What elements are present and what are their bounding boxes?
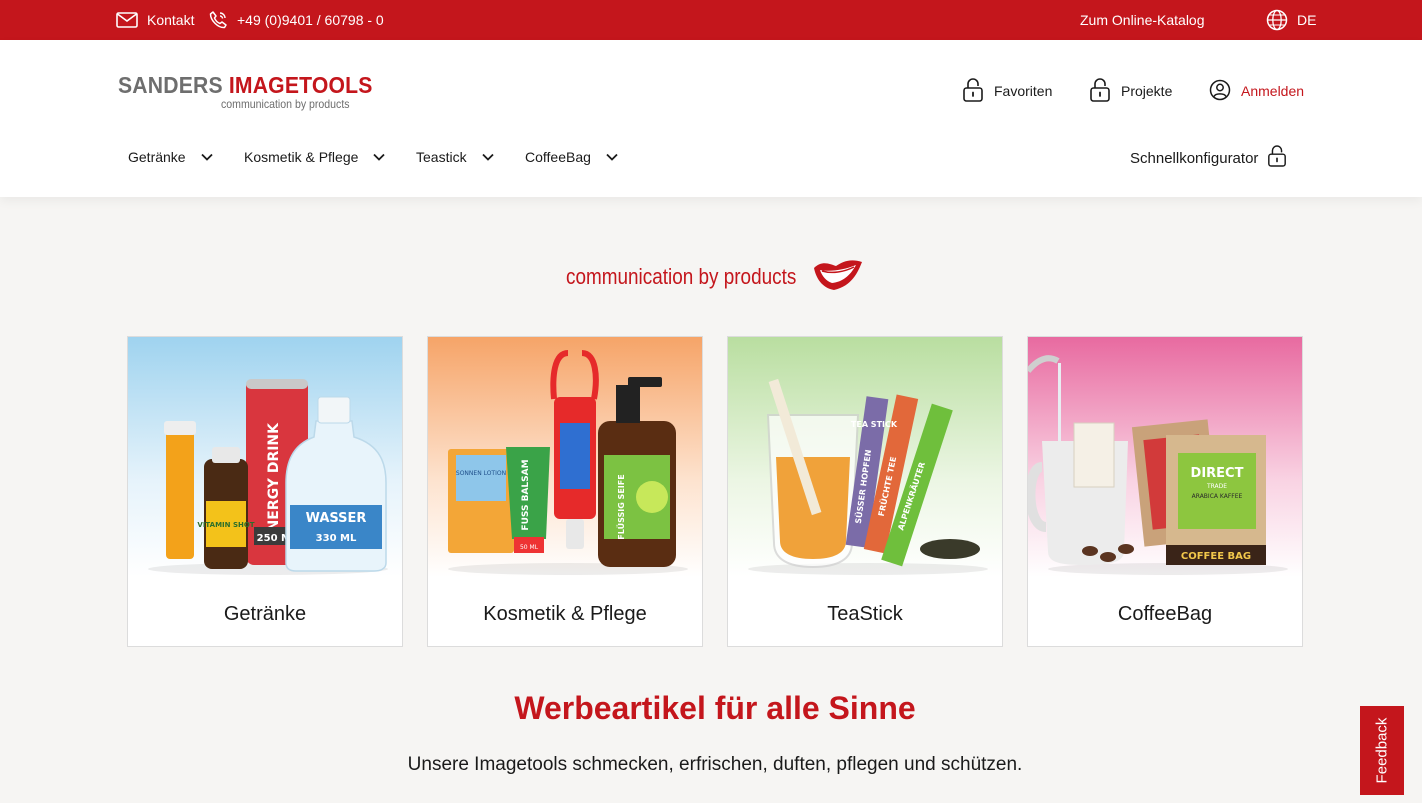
nav-item-teastick[interactable]: Teastick [416,146,495,168]
favorites-link[interactable]: Favoriten [962,77,1053,106]
phone-link[interactable]: +49 (0)9401 / 60798 - 0 [208,0,384,40]
category-card-getraenke[interactable]: ENERGY DRINK 250 ML VITAMIN SHOT WASSER … [127,336,403,647]
category-image-coffeebag: DIRECT TRADE ARABICA KAFFEE COFFEE BAG [1028,337,1302,577]
product-text: ARABICA KAFFEE [1192,493,1243,500]
chevron-down-icon [605,149,619,165]
category-image-teastick: SÜSSER HOPFEN FRÜCHTE TEE ALPENKRÄUTER T… [728,337,1002,577]
category-image-getraenke: ENERGY DRINK 250 ML VITAMIN SHOT WASSER … [128,337,402,577]
online-catalog-label: Zum Online-Katalog [1080,12,1205,28]
site-header: SANDERS IMAGETOOLS communication by prod… [0,40,1422,197]
phone-number: +49 (0)9401 / 60798 - 0 [237,12,384,28]
hero-tagline: communication by products [566,256,864,297]
phone-icon [208,10,228,30]
lock-icon [1267,144,1287,172]
category-card-coffeebag[interactable]: DIRECT TRADE ARABICA KAFFEE COFFEE BAG C… [1027,336,1303,647]
product-text: ENERGY DRINK [266,422,282,541]
product-text: 50 ML [520,544,539,551]
section-headline: Werbeartikel für alle Sinne [514,690,916,726]
category-card-kosmetik[interactable]: SONNEN LOTION FUSS BALSAM 50 ML FLÜSSIG … [427,336,703,647]
category-label: Getränke [223,603,307,625]
quick-configurator-link[interactable]: Schnellkonfigurator [1130,144,1287,172]
globe-icon [1266,9,1288,31]
product-text: TRADE [1206,483,1227,490]
top-bar: Kontakt +49 (0)9401 / 60798 - 0 Zum Onli… [0,0,1422,40]
logo-tagline: communication by products [221,97,350,111]
product-text: COFFEE BAG [1181,551,1251,562]
feedback-button[interactable]: Feedback [1360,706,1404,795]
logo[interactable]: SANDERS IMAGETOOLS communication by prod… [118,72,395,111]
product-text: TEA STICK [851,420,898,429]
contact-link[interactable]: Kontakt [116,0,194,40]
projects-link[interactable]: Projekte [1089,77,1173,106]
logo-part1: SANDERS [118,72,223,98]
product-text: VITAMIN SHOT [197,521,254,529]
tagline-text: communication by products [566,263,797,289]
product-text: DIRECT [1191,466,1244,481]
user-icon [1209,79,1231,104]
chevron-down-icon [372,149,386,165]
online-catalog-link[interactable]: Zum Online-Katalog [1080,0,1205,40]
login-link[interactable]: Anmelden [1209,78,1304,104]
category-label: TeaStick [827,603,903,625]
lips-icon [812,256,864,297]
product-text: FLÜSSIG SEIFE [616,474,626,539]
contact-label: Kontakt [147,12,195,28]
mail-icon [116,12,138,28]
category-image-kosmetik: SONNEN LOTION FUSS BALSAM 50 ML FLÜSSIG … [428,337,702,577]
nav-label: Getränke [128,149,186,165]
section-subline: Unsere Imagetools schmecken, erfrischen,… [407,754,1023,775]
projects-label: Projekte [1121,83,1173,99]
product-text: FUSS BALSAM [521,459,531,530]
quick-configurator-label: Schnellkonfigurator [1130,149,1259,167]
login-label: Anmelden [1241,83,1305,99]
category-label: Kosmetik & Pflege [483,603,647,625]
nav-item-getraenke[interactable]: Getränke [128,146,214,168]
product-text: 330 ML [316,533,357,544]
category-label: CoffeeBag [1117,603,1213,625]
favorites-label: Favoriten [994,83,1053,99]
logo-part2: IMAGETOOLS [228,72,373,98]
nav-label: CoffeeBag [525,149,591,165]
feedback-label: Feedback [1373,717,1391,784]
language-selector[interactable]: DE [1266,0,1316,40]
nav-label: Teastick [416,149,467,165]
nav-item-coffeebag[interactable]: CoffeeBag [525,146,619,168]
language-label: DE [1297,12,1317,28]
lock-icon [1089,77,1111,106]
chevron-down-icon [200,149,214,165]
nav-label: Kosmetik & Pflege [244,149,359,165]
chevron-down-icon [481,149,495,165]
product-text: WASSER [306,511,367,526]
nav-item-kosmetik[interactable]: Kosmetik & Pflege [244,146,386,168]
product-text: SONNEN LOTION [456,470,506,477]
category-card-teastick[interactable]: SÜSSER HOPFEN FRÜCHTE TEE ALPENKRÄUTER T… [727,336,1003,647]
lock-icon [962,77,984,106]
